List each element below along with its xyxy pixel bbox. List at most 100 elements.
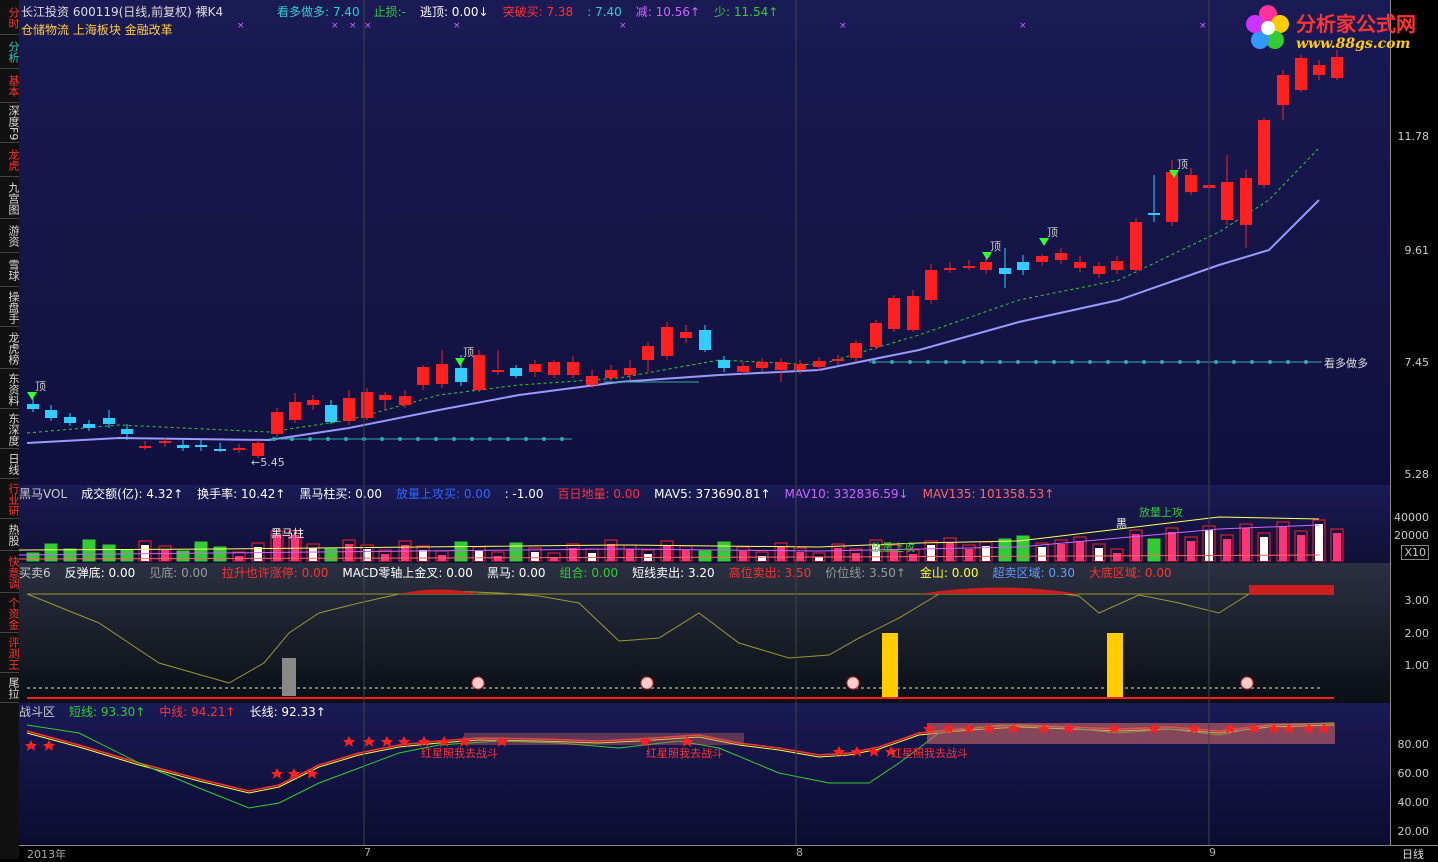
volume-bar: [698, 550, 712, 562]
support-dot: [326, 437, 330, 441]
x-mark: ×: [364, 21, 372, 31]
buy-sell-axis: 3.00 2.00 1.00: [1390, 563, 1438, 703]
left-tab-18[interactable]: 尾拉: [0, 674, 20, 703]
period-label[interactable]: 日线: [1402, 846, 1424, 862]
buy-sell-pane[interactable]: 买卖6 反弹底: 0.00 见底: 0.00 拉升也许涨停: 0.00 MACD零轴上金…: [19, 563, 1390, 703]
heima-label: 黑马柱: [271, 527, 304, 540]
candle-body: [45, 410, 57, 418]
candle-body: [980, 262, 992, 270]
top-arrow-icon: [982, 252, 992, 260]
battle-zone-pane[interactable]: 战斗区 短线: 93.30↑ 中线: 94.21↑ 长线: 92.33↑ 红星照我去战…: [19, 703, 1390, 845]
volume-bar-fill: [1132, 534, 1140, 561]
left-tab-4[interactable]: 龙虎: [0, 144, 20, 177]
candle-body: [307, 400, 319, 405]
candle-body: [1017, 262, 1029, 270]
support-dot: [308, 437, 312, 441]
top-marker-label: 顶: [1177, 158, 1188, 171]
time-label: 2013年: [27, 848, 66, 861]
candle-body: [567, 362, 579, 375]
left-tab-2[interactable]: 基本: [0, 70, 20, 103]
candle-body: [159, 441, 171, 443]
volume-bar-fill: [419, 550, 427, 561]
volume-bar-fill: [982, 546, 990, 561]
volume-bar: [120, 549, 134, 562]
candle-body: [718, 360, 730, 368]
battle-zone-chart: [25, 703, 1335, 845]
support-dot: [542, 437, 546, 441]
candle-body: [1130, 222, 1142, 270]
volume-bar-fill: [777, 547, 785, 561]
price-chart-pane[interactable]: 长江投资 600119(日线,前复权) 裸K4 看多做多: 7.40 止损:- 逃顶…: [19, 0, 1390, 485]
left-tab-12[interactable]: 日线: [0, 450, 20, 479]
candle-body: [27, 404, 39, 409]
volume-bar-fill: [588, 553, 596, 561]
candle-body: [233, 448, 245, 450]
left-tab-9[interactable]: 龙虎榜: [0, 328, 20, 369]
left-tab-10[interactable]: 东资料: [0, 370, 20, 409]
support-dot: [890, 360, 894, 364]
left-tab-0[interactable]: 分时: [0, 2, 20, 35]
battle-label: 红星照我去战斗: [891, 747, 968, 760]
support-dot: [1142, 360, 1146, 364]
top-arrow-icon: [1039, 238, 1049, 246]
site-logo: 分析家公式网 www.88gs.com: [1240, 0, 1438, 60]
support-dot: [926, 360, 930, 364]
candle-body: [699, 330, 711, 350]
support-dot: [398, 437, 402, 441]
left-tab-6[interactable]: 游资: [0, 220, 20, 253]
zd-tick: 40.00: [1397, 796, 1430, 809]
support-dot: [962, 360, 966, 364]
left-tab-17[interactable]: 评测王: [0, 634, 20, 673]
support-dot: [980, 360, 984, 364]
volume-bar-fill: [815, 557, 823, 561]
left-tab-8[interactable]: 操盘手: [0, 288, 20, 327]
support-dot: [344, 437, 348, 441]
red-star-icon: [306, 768, 318, 779]
left-tab-7[interactable]: 雪球: [0, 254, 20, 287]
candle-body: [1295, 58, 1307, 90]
volume-bar-fill: [1279, 526, 1287, 561]
volume-axis: 40000 20000 X10: [1390, 485, 1438, 563]
volume-bar-fill: [607, 544, 615, 561]
left-tab-13[interactable]: 行业研: [0, 480, 20, 519]
time-axis: 2013年 7 8 9 日线: [19, 845, 1438, 862]
logo-title: 分析家公式网: [1296, 12, 1416, 36]
logo-url: www.88gs.com: [1296, 36, 1411, 52]
candle-body: [737, 366, 749, 372]
left-tab-5[interactable]: 九宫图: [0, 178, 20, 219]
support-dot: [1232, 360, 1236, 364]
volume-bar: [998, 538, 1012, 562]
candle-body: [510, 368, 522, 376]
left-tab-3[interactable]: 深度F9: [0, 104, 20, 143]
candle-body: [529, 364, 541, 372]
candle-body: [139, 446, 151, 448]
volume-bar-fill: [1095, 548, 1103, 561]
candle-body: [832, 359, 844, 361]
left-tab-14[interactable]: 热股: [0, 520, 20, 551]
candle-body: [1258, 120, 1270, 185]
volume-bar: [717, 541, 731, 562]
buy-signal-bar: [1107, 633, 1123, 697]
volume-bar-fill: [946, 542, 954, 561]
support-dot: [1268, 360, 1272, 364]
support-dot: [872, 360, 876, 364]
support-dot: [1124, 360, 1128, 364]
candle-body: [417, 367, 429, 385]
candle-body: [850, 343, 862, 358]
candle-body: [661, 327, 673, 356]
volume-bar-fill: [1168, 532, 1176, 561]
left-tab-11[interactable]: 东深度: [0, 410, 20, 449]
candle-body: [195, 445, 207, 447]
volume-bar: [82, 539, 96, 562]
x-mark: ×: [1199, 21, 1207, 31]
support-dot: [470, 437, 474, 441]
candle-body: [999, 268, 1011, 274]
volume-bar-fill: [739, 551, 747, 561]
left-tab-16[interactable]: 个资金: [0, 594, 20, 633]
left-tab-15[interactable]: 快意调: [0, 552, 20, 593]
candle-body: [1055, 253, 1067, 260]
candle-body: [1166, 172, 1178, 222]
left-tab-1[interactable]: 分析: [0, 36, 20, 69]
volume-pane[interactable]: 黑马VOL 成交额(亿): 4.32↑ 换手率: 10.42↑ 黑马柱买: 0.00 放…: [19, 485, 1390, 563]
support-dot: [488, 437, 492, 441]
